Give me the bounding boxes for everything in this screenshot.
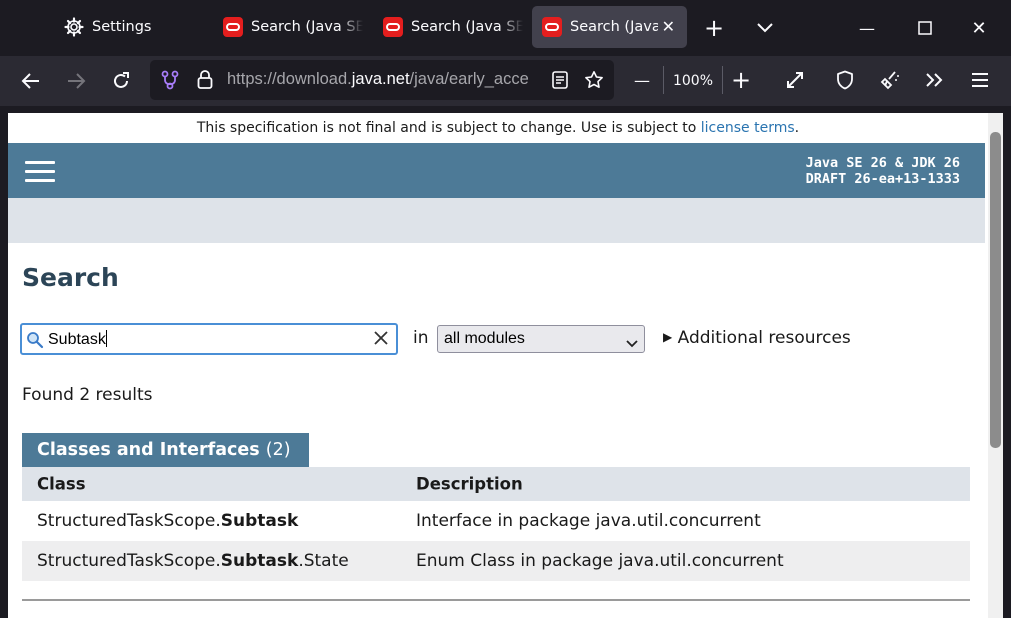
forward-button[interactable] xyxy=(63,68,89,94)
overflow-menu-icon[interactable] xyxy=(922,68,946,92)
banner-end: . xyxy=(794,120,800,136)
banner-text: This specification is not final and is s… xyxy=(196,120,701,136)
reload-button[interactable] xyxy=(108,68,134,94)
result-link[interactable]: StructuredTaskScope.Subtask.State xyxy=(37,551,349,571)
tab-search-2[interactable]: Search (Java SE xyxy=(373,6,523,48)
results-table: Class Description StructuredTaskScope.Su… xyxy=(22,467,970,581)
draft-banner: This specification is not final and is s… xyxy=(8,113,988,143)
divider xyxy=(722,66,723,94)
clean-up-broom-icon[interactable] xyxy=(878,68,902,92)
bookmark-star-icon[interactable] xyxy=(582,68,606,92)
tab-settings[interactable]: Settings xyxy=(54,6,204,48)
about-line-2: DRAFT 26-ea+13-1333 xyxy=(805,171,960,187)
result-description: Interface in package java.util.concurren… xyxy=(416,511,761,531)
chevron-down-icon xyxy=(757,23,773,33)
page-title: Search xyxy=(22,263,119,292)
table-row: StructuredTaskScope.Subtask Interface in… xyxy=(22,501,970,541)
module-select[interactable]: all modules xyxy=(437,325,645,353)
column-header-description: Description xyxy=(416,474,523,494)
tab-label: Settings xyxy=(92,19,152,35)
sub-nav xyxy=(8,198,985,243)
oracle-logo-icon xyxy=(542,17,562,37)
url-text[interactable]: https://download.java.net/java/early_acc… xyxy=(227,70,543,92)
license-terms-link[interactable]: license terms xyxy=(701,120,795,136)
column-header-class: Class xyxy=(37,474,86,494)
new-tab-button[interactable]: + xyxy=(702,14,726,42)
gear-icon xyxy=(64,17,84,37)
tab-label: Search (Java S xyxy=(570,19,658,35)
close-window-button[interactable]: ✕ xyxy=(967,16,991,40)
divider xyxy=(22,599,970,601)
match-highlight: Subtask xyxy=(220,551,299,571)
tab-search-1[interactable]: Search (Java SE xyxy=(213,6,363,48)
about-line-1: Java SE 26 & JDK 26 xyxy=(805,155,960,171)
maximize-button[interactable] xyxy=(913,16,937,40)
search-value: Subtask xyxy=(48,330,107,348)
fullscreen-icon[interactable] xyxy=(783,68,807,92)
top-nav-header: Java SE 26 & JDK 26 DRAFT 26-ea+13-1333 xyxy=(8,143,985,198)
minimize-button[interactable]: — xyxy=(855,16,879,40)
in-label: in xyxy=(413,328,429,348)
url-path: /java/early_acce xyxy=(409,70,529,88)
forward-arrow-icon xyxy=(68,73,86,89)
search-input[interactable]: Subtask xyxy=(20,323,398,355)
result-description: Enum Class in package java.util.concurre… xyxy=(416,551,784,571)
result-count: Found 2 results xyxy=(22,385,153,405)
additional-resources-label: Additional resources xyxy=(677,328,851,348)
table-header-row: Class Description xyxy=(22,467,970,501)
hamburger-menu-icon[interactable] xyxy=(968,68,992,92)
page-content: This specification is not final and is s… xyxy=(8,113,988,618)
divider xyxy=(663,66,664,94)
section-title: Classes and Interfaces xyxy=(37,440,260,460)
back-arrow-icon xyxy=(21,73,39,89)
zoom-out-button[interactable]: — xyxy=(630,68,654,92)
tracking-protection-icon[interactable] xyxy=(158,68,182,92)
match-highlight: Subtask xyxy=(220,511,299,531)
section-caption: Classes and Interfaces (2) xyxy=(22,433,309,467)
oracle-logo-icon xyxy=(223,17,243,37)
scrollbar-thumb[interactable] xyxy=(990,132,1001,448)
list-all-tabs-button[interactable] xyxy=(753,16,777,40)
oracle-logo-icon xyxy=(383,17,403,37)
chevron-down-icon xyxy=(626,334,638,353)
lock-icon[interactable] xyxy=(193,68,217,92)
url-host: java.net xyxy=(351,70,410,88)
navigation-menu-icon[interactable] xyxy=(25,161,55,183)
reader-view-icon[interactable] xyxy=(548,68,572,92)
table-row: StructuredTaskScope.Subtask.State Enum C… xyxy=(22,541,970,581)
result-link[interactable]: StructuredTaskScope.Subtask xyxy=(37,511,298,531)
url-prefix: https://download. xyxy=(227,70,352,88)
clear-search-icon[interactable] xyxy=(372,329,390,351)
shield-icon[interactable] xyxy=(833,68,857,92)
zoom-level[interactable]: 100% xyxy=(672,70,714,92)
search-icon xyxy=(26,331,44,353)
close-tab-icon[interactable]: ✕ xyxy=(662,17,675,36)
reload-icon xyxy=(114,72,129,88)
section-count: (2) xyxy=(265,440,291,460)
disclosure-triangle-icon: ▶ xyxy=(663,330,673,344)
back-button[interactable] xyxy=(18,68,44,94)
module-select-value: all modules xyxy=(444,330,525,347)
zoom-in-button[interactable]: + xyxy=(729,66,753,94)
tab-search-active[interactable]: Search (Java S ✕ xyxy=(532,6,687,48)
about-language: Java SE 26 & JDK 26 DRAFT 26-ea+13-1333 xyxy=(806,155,960,187)
additional-resources-toggle[interactable]: ▶ Additional resources xyxy=(663,328,851,348)
